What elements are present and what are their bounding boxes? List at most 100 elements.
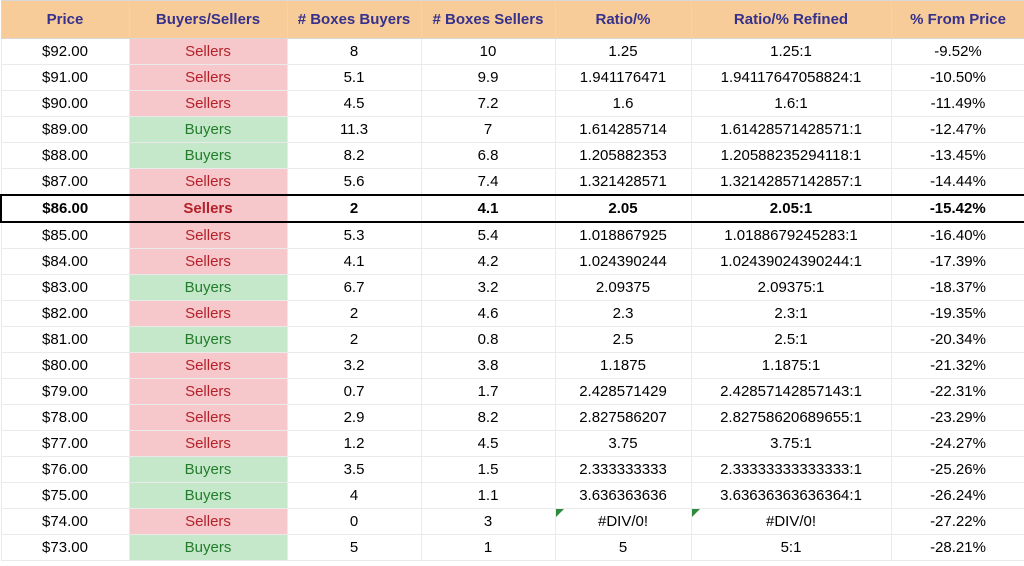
header-boxes-sellers[interactable]: # Boxes Sellers (421, 1, 555, 39)
cell-price[interactable]: $87.00 (1, 169, 129, 196)
cell-from-price[interactable]: -26.24% (891, 483, 1024, 509)
cell-boxes-sellers[interactable]: 3.2 (421, 275, 555, 301)
cell-from-price[interactable]: -15.42% (891, 195, 1024, 222)
cell-ratio-refined[interactable]: 3.75:1 (691, 431, 891, 457)
table-row[interactable]: $77.00Sellers1.24.53.753.75:1-24.27% (1, 431, 1024, 457)
cell-boxes-buyers[interactable]: 4.5 (287, 91, 421, 117)
cell-buyers-sellers[interactable]: Sellers (129, 379, 287, 405)
cell-buyers-sellers[interactable]: Buyers (129, 483, 287, 509)
cell-price[interactable]: $76.00 (1, 457, 129, 483)
cell-buyers-sellers[interactable]: Sellers (129, 301, 287, 327)
cell-price[interactable]: $78.00 (1, 405, 129, 431)
table-row[interactable]: $91.00Sellers5.19.91.9411764711.94117647… (1, 65, 1024, 91)
cell-boxes-sellers[interactable]: 9.9 (421, 65, 555, 91)
cell-boxes-sellers[interactable]: 1.7 (421, 379, 555, 405)
cell-boxes-buyers[interactable]: 2.9 (287, 405, 421, 431)
cell-boxes-buyers[interactable]: 4.1 (287, 249, 421, 275)
cell-ratio[interactable]: 5 (555, 535, 691, 561)
cell-buyers-sellers[interactable]: Sellers (129, 65, 287, 91)
cell-boxes-buyers[interactable]: 4 (287, 483, 421, 509)
cell-ratio-refined[interactable]: 1.02439024390244:1 (691, 249, 891, 275)
cell-price[interactable]: $92.00 (1, 39, 129, 65)
cell-from-price[interactable]: -25.26% (891, 457, 1024, 483)
cell-ratio[interactable]: 2.428571429 (555, 379, 691, 405)
cell-ratio-refined[interactable]: 2.5:1 (691, 327, 891, 353)
cell-buyers-sellers[interactable]: Sellers (129, 431, 287, 457)
cell-from-price[interactable]: -23.29% (891, 405, 1024, 431)
cell-buyers-sellers[interactable]: Sellers (129, 249, 287, 275)
cell-boxes-sellers[interactable]: 1.1 (421, 483, 555, 509)
cell-boxes-sellers[interactable]: 7.4 (421, 169, 555, 196)
cell-price[interactable]: $80.00 (1, 353, 129, 379)
table-row[interactable]: $75.00Buyers41.13.6363636363.63636363636… (1, 483, 1024, 509)
cell-boxes-sellers[interactable]: 1 (421, 535, 555, 561)
cell-ratio-refined[interactable]: 2.3:1 (691, 301, 891, 327)
cell-buyers-sellers[interactable]: Buyers (129, 535, 287, 561)
header-ratio-refined[interactable]: Ratio/% Refined (691, 1, 891, 39)
cell-boxes-buyers[interactable]: 2 (287, 327, 421, 353)
cell-buyers-sellers[interactable]: Buyers (129, 457, 287, 483)
cell-ratio[interactable]: 2.827586207 (555, 405, 691, 431)
cell-buyers-sellers[interactable]: Buyers (129, 275, 287, 301)
cell-ratio[interactable]: 1.6 (555, 91, 691, 117)
cell-price[interactable]: $82.00 (1, 301, 129, 327)
cell-from-price[interactable]: -20.34% (891, 327, 1024, 353)
cell-buyers-sellers[interactable]: Sellers (129, 169, 287, 196)
table-row[interactable]: $73.00Buyers5155:1-28.21% (1, 535, 1024, 561)
cell-boxes-buyers[interactable]: 3.2 (287, 353, 421, 379)
cell-price[interactable]: $84.00 (1, 249, 129, 275)
cell-ratio-refined[interactable]: 2.05:1 (691, 195, 891, 222)
cell-ratio[interactable]: 2.5 (555, 327, 691, 353)
table-row[interactable]: $82.00Sellers24.62.32.3:1-19.35% (1, 301, 1024, 327)
cell-price[interactable]: $74.00 (1, 509, 129, 535)
table-row[interactable]: $84.00Sellers4.14.21.0243902441.02439024… (1, 249, 1024, 275)
cell-ratio[interactable]: 2.333333333 (555, 457, 691, 483)
table-row[interactable]: $81.00Buyers20.82.52.5:1-20.34% (1, 327, 1024, 353)
cell-buyers-sellers[interactable]: Sellers (129, 91, 287, 117)
table-row[interactable]: $87.00Sellers5.67.41.3214285711.32142857… (1, 169, 1024, 196)
cell-boxes-buyers[interactable]: 8 (287, 39, 421, 65)
cell-ratio-refined[interactable]: 1.1875:1 (691, 353, 891, 379)
cell-from-price[interactable]: -14.44% (891, 169, 1024, 196)
cell-boxes-buyers[interactable]: 5 (287, 535, 421, 561)
cell-ratio-refined[interactable]: 1.25:1 (691, 39, 891, 65)
table-row[interactable]: $74.00Sellers03#DIV/0!#DIV/0!-27.22% (1, 509, 1024, 535)
cell-boxes-buyers[interactable]: 11.3 (287, 117, 421, 143)
table-row[interactable]: $80.00Sellers3.23.81.18751.1875:1-21.32% (1, 353, 1024, 379)
cell-ratio[interactable]: 1.941176471 (555, 65, 691, 91)
cell-ratio-refined[interactable]: #DIV/0! (691, 509, 891, 535)
cell-from-price[interactable]: -22.31% (891, 379, 1024, 405)
cell-ratio-refined[interactable]: 1.6:1 (691, 91, 891, 117)
cell-ratio[interactable]: 3.75 (555, 431, 691, 457)
table-row[interactable]: $86.00Sellers24.12.052.05:1-15.42% (1, 195, 1024, 222)
cell-ratio[interactable]: 1.321428571 (555, 169, 691, 196)
cell-buyers-sellers[interactable]: Sellers (129, 195, 287, 222)
cell-boxes-sellers[interactable]: 0.8 (421, 327, 555, 353)
cell-ratio[interactable]: #DIV/0! (555, 509, 691, 535)
table-row[interactable]: $92.00Sellers8101.251.25:1-9.52% (1, 39, 1024, 65)
cell-ratio-refined[interactable]: 2.42857142857143:1 (691, 379, 891, 405)
cell-ratio-refined[interactable]: 2.82758620689655:1 (691, 405, 891, 431)
cell-price[interactable]: $83.00 (1, 275, 129, 301)
cell-boxes-buyers[interactable]: 2 (287, 301, 421, 327)
cell-boxes-buyers[interactable]: 3.5 (287, 457, 421, 483)
cell-from-price[interactable]: -16.40% (891, 222, 1024, 249)
cell-ratio-refined[interactable]: 1.32142857142857:1 (691, 169, 891, 196)
cell-ratio[interactable]: 1.024390244 (555, 249, 691, 275)
cell-buyers-sellers[interactable]: Buyers (129, 117, 287, 143)
table-row[interactable]: $85.00Sellers5.35.41.0188679251.01886792… (1, 222, 1024, 249)
cell-price[interactable]: $73.00 (1, 535, 129, 561)
cell-ratio[interactable]: 2.09375 (555, 275, 691, 301)
cell-from-price[interactable]: -28.21% (891, 535, 1024, 561)
cell-boxes-buyers[interactable]: 6.7 (287, 275, 421, 301)
cell-ratio-refined[interactable]: 1.20588235294118:1 (691, 143, 891, 169)
cell-boxes-sellers[interactable]: 4.6 (421, 301, 555, 327)
cell-from-price[interactable]: -11.49% (891, 91, 1024, 117)
cell-price[interactable]: $90.00 (1, 91, 129, 117)
cell-ratio-refined[interactable]: 1.0188679245283:1 (691, 222, 891, 249)
cell-price[interactable]: $85.00 (1, 222, 129, 249)
cell-from-price[interactable]: -18.37% (891, 275, 1024, 301)
table-row[interactable]: $88.00Buyers8.26.81.2058823531.205882352… (1, 143, 1024, 169)
cell-boxes-sellers[interactable]: 7 (421, 117, 555, 143)
cell-ratio[interactable]: 1.1875 (555, 353, 691, 379)
